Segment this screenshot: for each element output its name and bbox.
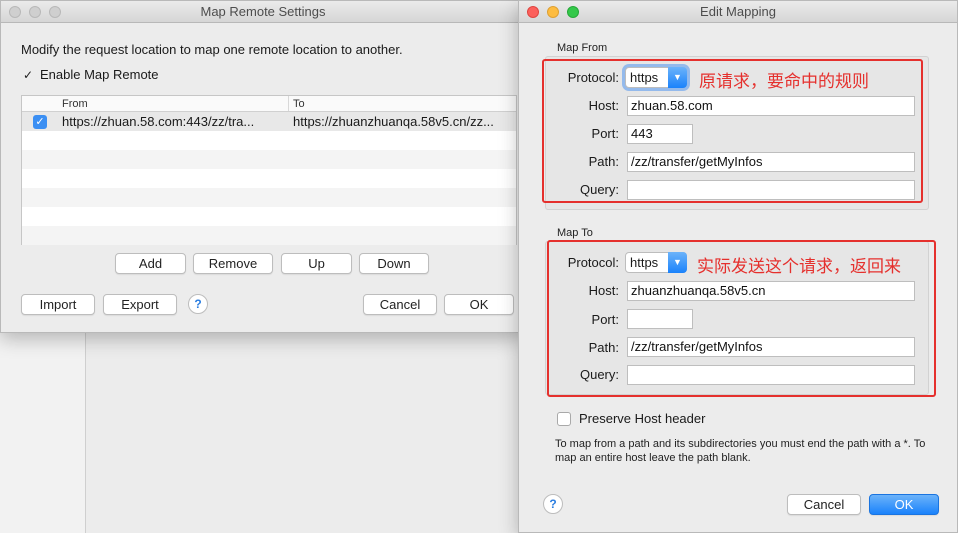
row-enabled-checkbox-icon[interactable]: ✓ <box>33 114 47 129</box>
settings-titlebar: Map Remote Settings <box>1 1 525 23</box>
minimize-window-icon[interactable] <box>547 6 559 18</box>
edit-titlebar: Edit Mapping <box>519 1 957 23</box>
up-button[interactable]: Up <box>281 253 352 274</box>
table-row-empty <box>22 207 516 226</box>
close-window-icon[interactable] <box>527 6 539 18</box>
help-note-line2: map an entire host leave the path blank. <box>555 452 751 464</box>
column-header-from[interactable]: From <box>58 96 289 111</box>
enable-map-remote-checkbox[interactable]: ✓ Enable Map Remote <box>23 67 159 82</box>
table-header: From To <box>22 96 516 112</box>
mappings-table[interactable]: From To ✓ https://zhuan.58.com:443/zz/tr… <box>21 95 517 245</box>
close-window-icon[interactable] <box>9 6 21 18</box>
export-button[interactable]: Export <box>103 294 177 315</box>
settings-cancel-button[interactable]: Cancel <box>363 294 437 315</box>
add-button[interactable]: Add <box>115 253 186 274</box>
edit-window-title: Edit Mapping <box>700 4 776 19</box>
down-button[interactable]: Down <box>359 253 429 274</box>
map-remote-settings-window: Map Remote Settings Modify the request l… <box>0 0 526 333</box>
table-row-empty <box>22 169 516 188</box>
checkmark-icon: ✓ <box>23 67 34 82</box>
background-content <box>86 330 526 533</box>
minimize-window-icon[interactable] <box>29 6 41 18</box>
preserve-host-label: Preserve Host header <box>579 411 706 426</box>
remove-button[interactable]: Remove <box>193 253 273 274</box>
help-icon[interactable]: ? <box>188 294 208 314</box>
zoom-window-icon[interactable] <box>567 6 579 18</box>
table-row-empty <box>22 131 516 150</box>
settings-ok-button[interactable]: OK <box>444 294 514 315</box>
row-from-cell: https://zhuan.58.com:443/zz/tra... <box>62 114 255 129</box>
column-header-to[interactable]: To <box>289 96 516 111</box>
table-row-empty <box>22 188 516 207</box>
map-from-annotation: 原请求，要命中的规则 <box>699 72 869 92</box>
map-to-annotation: 实际发送这个请求，返回来 <box>697 257 901 277</box>
help-note-line1: To map from a path and its subdirectorie… <box>555 438 926 450</box>
edit-mapping-window: Edit Mapping Map From Protocol: https ▼ … <box>518 0 958 533</box>
enable-map-remote-label: Enable Map Remote <box>40 67 159 82</box>
map-from-group-label: Map From <box>557 42 608 54</box>
settings-window-title: Map Remote Settings <box>200 4 326 19</box>
background-sidebar <box>0 330 86 533</box>
table-row-empty <box>22 226 516 245</box>
help-icon[interactable]: ? <box>543 494 563 514</box>
row-to-cell: https://zhuanzhuanqa.58v5.cn/zz... <box>293 114 494 129</box>
preserve-host-checkbox[interactable] <box>557 412 571 426</box>
edit-cancel-button[interactable]: Cancel <box>787 494 861 515</box>
table-row-empty <box>22 150 516 169</box>
import-button[interactable]: Import <box>21 294 95 315</box>
settings-description: Modify the request location to map one r… <box>21 42 403 57</box>
table-row[interactable]: ✓ https://zhuan.58.com:443/zz/tra... htt… <box>22 112 516 131</box>
zoom-window-icon[interactable] <box>49 6 61 18</box>
map-to-group-label: Map To <box>557 227 593 239</box>
edit-ok-button[interactable]: OK <box>869 494 939 515</box>
